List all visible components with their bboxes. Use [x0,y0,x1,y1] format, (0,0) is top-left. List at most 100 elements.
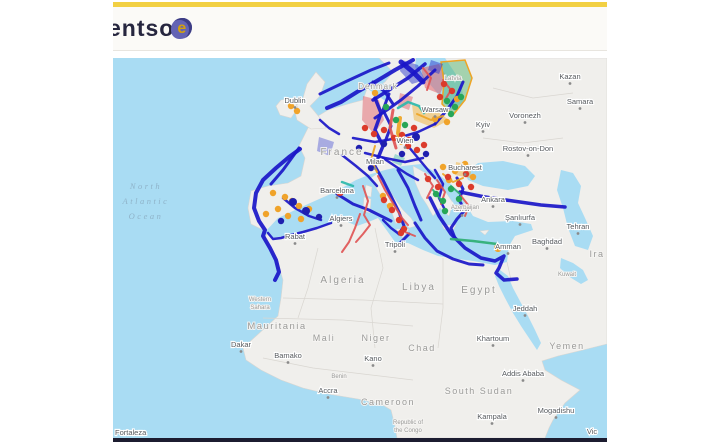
city-label: Wien [396,136,413,145]
city-label: Kano [364,354,382,363]
map-dot [316,214,322,220]
map-dot [389,207,395,213]
map-dot [270,190,276,196]
map-dot [278,218,284,224]
city-marker-dot [577,232,580,235]
page: entso e [0,0,720,446]
city-marker-dot [434,115,437,118]
country-label: Ira [589,249,604,259]
map-dot [414,147,420,153]
map-dot [285,213,291,219]
city-marker-dot [336,196,339,199]
country-label: Chad [408,343,436,353]
city-label: Dublin [284,96,305,105]
city-marker-dot [464,173,467,176]
map-dot [448,111,454,117]
map-dot [263,211,269,217]
city-label: Milan [366,157,384,166]
city-marker-dot [340,224,343,227]
city-marker-dot [287,361,290,364]
city-marker-dot [524,314,527,317]
city-marker-dot [404,146,407,149]
country-label: Kuwait [558,272,576,278]
map-container[interactable]: DublinWarsawKyivKazanSamaraVoronezhRosto… [113,58,607,438]
logo-text: entso [113,15,174,42]
country-label: Azerbaijan [451,205,479,211]
country-label: South Sudan [445,386,514,396]
map-dot [381,141,387,147]
map-dot [423,151,429,157]
entsoe-logo[interactable]: entso e [113,15,192,42]
map-dot [433,191,439,197]
map-dot [445,174,451,180]
map-dot [456,196,462,202]
city-label: Rabat [285,232,306,241]
city-marker-dot [294,106,297,109]
map-dot [289,198,297,206]
city-label: Algiers [330,214,353,223]
city-label: Warsaw [422,105,449,114]
map-dot [383,104,389,110]
city-label: Rostov-on-Don [503,144,553,153]
country-label: Latvia [444,75,462,82]
city-marker-dot [524,121,527,124]
map-dot [437,94,443,100]
city-marker-dot [374,167,377,170]
ocean-label: Atlantic [122,196,170,206]
country-label: Benin [331,374,346,380]
country-label: Sahara [250,305,270,311]
city-marker-dot [240,350,243,353]
city-marker-dot [555,416,558,419]
country-label: Libya [402,282,436,293]
city-marker-dot [519,223,522,226]
map-dot [396,217,402,223]
map-dot [458,94,464,100]
country-label: Cameroon [361,397,415,407]
map-dot [470,174,476,180]
country-label: Western [249,297,271,303]
city-marker-dot [546,247,549,250]
city-label: Khartoum [477,334,510,343]
city-label: Addis Ababa [502,369,545,378]
logo-badge-letter: e [177,20,186,38]
city-label: Baghdad [532,237,562,246]
map-dot [456,181,462,187]
city-label: Kyiv [476,120,490,129]
country-label: Egypt [461,285,497,296]
city-label: Kazan [559,72,580,81]
country-label: Republic of [393,420,423,426]
map-bottom-bar [113,438,607,442]
city-label: Jeddah [513,304,538,313]
city-marker-dot [522,379,525,382]
country-label: Mauritania [247,321,306,332]
map-dot [371,131,377,137]
city-label: Tehran [567,222,590,231]
city-marker-dot [492,344,495,347]
map-dot [435,184,441,190]
city-label: Dakar [231,340,252,349]
city-marker-dot [327,396,330,399]
city-label: Kampala [477,412,507,421]
city-marker-dot [579,107,582,110]
city-label: Amman [495,242,521,251]
city-label: Tripoli [385,240,405,249]
city-marker-dot [507,252,510,255]
map-dot [449,88,455,94]
map-dot [468,184,474,190]
country-label: Niger [361,333,390,343]
map-dot [444,119,450,125]
country-label: the Congo [394,428,422,434]
city-label: Bamako [274,351,302,360]
map-dot [398,230,404,236]
map-dot [362,125,368,131]
map-dot [393,117,399,123]
ocean-label: North [129,181,162,191]
map-dot [442,208,448,214]
city-label: Vic [587,427,598,436]
map-dot [452,104,458,110]
country-label: Mali [313,333,336,343]
map-dot [302,207,310,215]
grid-map-svg[interactable]: DublinWarsawKyivKazanSamaraVoronezhRosto… [113,58,607,438]
city-label: Mogadishu [538,406,575,415]
city-label: Şanlıurfa [505,213,536,222]
